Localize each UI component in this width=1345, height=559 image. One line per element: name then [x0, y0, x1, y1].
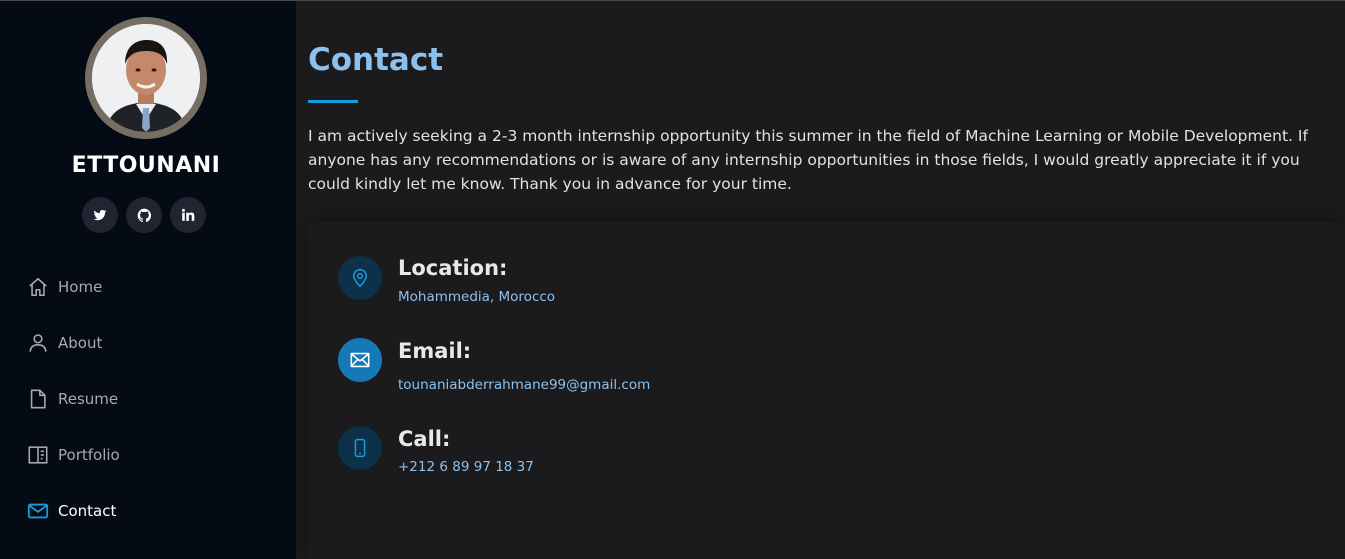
book-icon [27, 444, 49, 466]
file-icon [27, 388, 49, 410]
person-icon [27, 332, 49, 354]
nav-item-contact[interactable]: Contact [27, 499, 267, 523]
envelope-icon [350, 352, 370, 368]
nav-item-about[interactable]: About [27, 331, 267, 355]
map-pin-icon [352, 268, 368, 288]
avatar-photo [92, 24, 200, 132]
email-icon-circle [338, 338, 382, 382]
title-underline [308, 100, 358, 103]
twitter-icon [93, 209, 107, 221]
nav-item-portfolio[interactable]: Portfolio [27, 443, 267, 467]
phone-icon [354, 438, 366, 458]
call-icon-circle [338, 426, 382, 470]
sidebar: ETTOUNANI Home About Resume Portfolio Co… [0, 1, 296, 559]
location-value: Mohammedia, Morocco [398, 289, 556, 305]
email-value[interactable]: tounaniabderrahmane99@gmail.com [398, 377, 650, 393]
github-link[interactable] [126, 197, 162, 233]
github-icon [137, 208, 151, 222]
nav-label-home: Home [58, 278, 103, 296]
nav-label-about: About [58, 334, 103, 352]
nav-label-resume: Resume [58, 390, 119, 408]
nav-label-contact: Contact [58, 502, 117, 520]
page-title: Contact [308, 42, 444, 78]
linkedin-link[interactable] [170, 197, 206, 233]
twitter-link[interactable] [82, 197, 118, 233]
linkedin-icon [181, 208, 195, 221]
location-label: Location: [398, 256, 508, 280]
home-icon [27, 276, 49, 298]
nav-item-home[interactable]: Home [27, 275, 267, 299]
call-value[interactable]: +212 6 89 97 18 37 [398, 459, 534, 475]
call-label: Call: [398, 427, 451, 451]
avatar [85, 17, 207, 139]
profile-name: ETTOUNANI [71, 153, 221, 178]
intro-text: I am actively seeking a 2-3 month intern… [308, 127, 1308, 193]
nav-item-resume[interactable]: Resume [27, 387, 267, 411]
envelope-icon [27, 500, 49, 522]
email-label: Email: [398, 339, 472, 363]
nav-label-portfolio: Portfolio [58, 446, 120, 464]
location-icon-circle [338, 256, 382, 300]
